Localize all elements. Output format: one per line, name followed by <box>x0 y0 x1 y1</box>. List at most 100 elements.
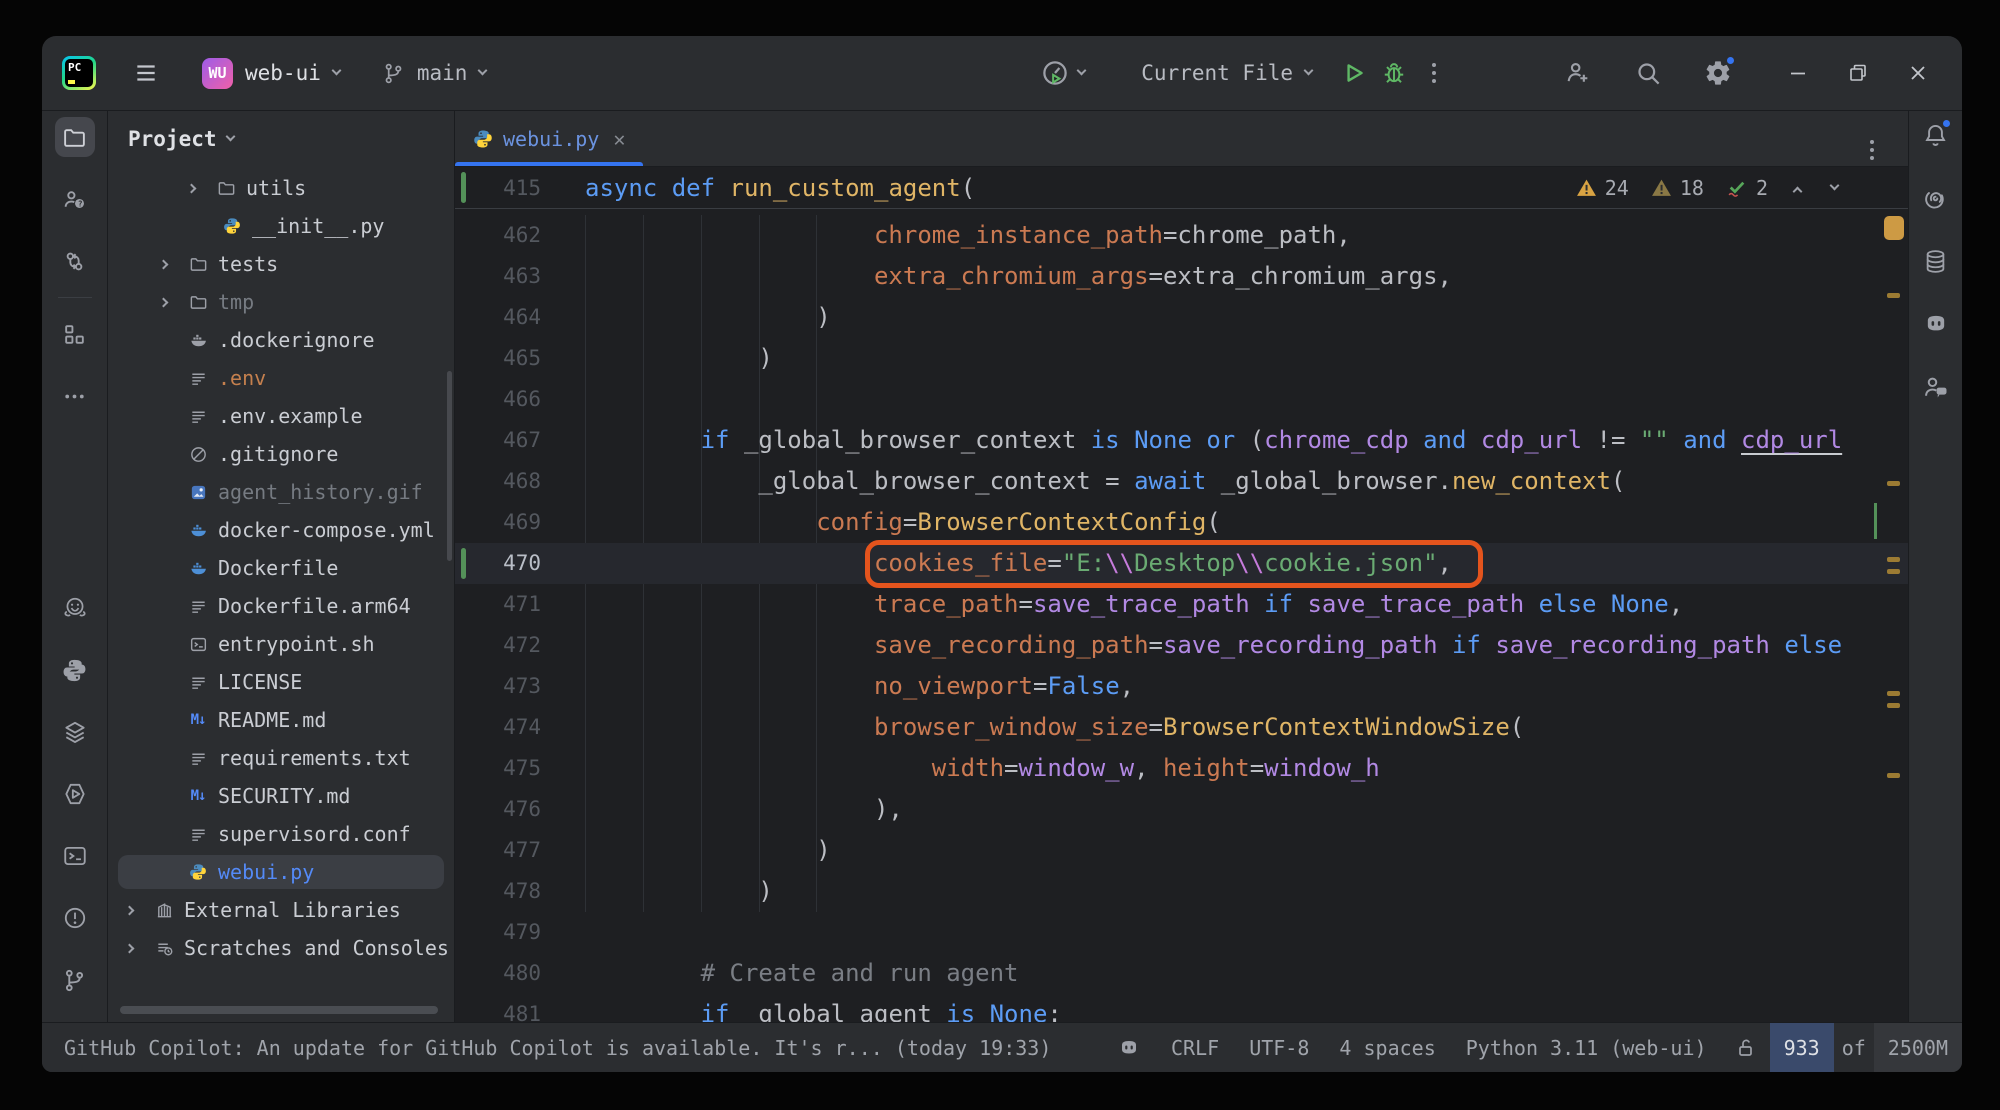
warning-stripe-mark[interactable] <box>1887 557 1900 562</box>
line-number[interactable]: 475 <box>455 748 541 789</box>
sidebar-item-services[interactable] <box>55 774 95 814</box>
chevron-right-icon[interactable] <box>160 261 186 268</box>
line-number[interactable]: 467 <box>455 420 541 461</box>
tree-item-utils[interactable]: utils <box>108 169 454 207</box>
tree-item-license[interactable]: LICENSE <box>108 663 454 701</box>
line-number[interactable]: 463 <box>455 256 541 297</box>
sidebar-item-problems[interactable] <box>55 898 95 938</box>
inspections-widget[interactable]: 24 18 2 <box>1576 167 1838 209</box>
line-number[interactable]: 478 <box>455 871 541 912</box>
tree-item--dockerignore[interactable]: .dockerignore <box>108 321 454 359</box>
indent-widget[interactable]: 4 spaces <box>1324 1023 1450 1072</box>
chevron-right-icon[interactable] <box>126 907 152 914</box>
tree-horizontal-scrollbar[interactable] <box>120 1006 438 1014</box>
warning-stripe-mark[interactable] <box>1887 703 1900 708</box>
settings-icon[interactable] <box>1698 53 1738 93</box>
sidebar-item-project[interactable] <box>55 117 95 157</box>
chevron-right-icon[interactable] <box>126 945 152 952</box>
sidebar-item-python-packages[interactable] <box>55 650 95 690</box>
tree-vertical-scrollbar[interactable] <box>447 371 452 561</box>
sidebar-item-database[interactable] <box>1916 241 1956 281</box>
sidebar-item-structure[interactable] <box>55 314 95 354</box>
warning-stripe-mark[interactable] <box>1887 773 1900 778</box>
tab-webui-py[interactable]: webui.py ✕ <box>455 111 643 166</box>
tree-item-external-libraries[interactable]: External Libraries <box>108 891 454 929</box>
run-profile-widget[interactable] <box>1040 58 1085 88</box>
line-number[interactable]: 472 <box>455 625 541 666</box>
tree-item--env[interactable]: .env <box>108 359 454 397</box>
code-with-me-icon[interactable] <box>1558 53 1598 93</box>
warning-stripe-mark[interactable] <box>1887 293 1900 298</box>
minimize-icon[interactable] <box>1778 53 1818 93</box>
status-message[interactable]: GitHub Copilot: An update for GitHub Cop… <box>64 1023 1051 1072</box>
line-number[interactable]: 462 <box>455 215 541 256</box>
branch-widget[interactable]: main <box>382 61 487 85</box>
line-number[interactable]: 464 <box>455 297 541 338</box>
tree-item-webui-py[interactable]: webui.py <box>108 853 454 891</box>
tree-item-supervisord-conf[interactable]: supervisord.conf <box>108 815 454 853</box>
main-menu-icon[interactable] <box>126 53 166 93</box>
tree-item-requirements-txt[interactable]: requirements.txt <box>108 739 454 777</box>
line-separator-widget[interactable]: CRLF <box>1156 1023 1234 1072</box>
code-area[interactable]: 462 chrome_instance_path=chrome_path,463… <box>455 209 1908 1022</box>
sidebar-item-terminal[interactable] <box>55 836 95 876</box>
warning-stripe-mark[interactable] <box>1887 569 1900 574</box>
next-problem-icon[interactable] <box>1830 181 1840 191</box>
line-number[interactable]: 476 <box>455 789 541 830</box>
tree-item-tests[interactable]: tests <box>108 245 454 283</box>
interpreter-widget[interactable]: Python 3.11 (web-ui) <box>1451 1023 1722 1072</box>
line-number[interactable]: 415 <box>455 167 541 209</box>
line-number[interactable]: 477 <box>455 830 541 871</box>
tree-item-security-md[interactable]: M↓SECURITY.md <box>108 777 454 815</box>
memory-used[interactable]: 933 <box>1770 1023 1834 1072</box>
copilot-status-icon[interactable] <box>1102 1023 1156 1072</box>
project-widget[interactable]: WU web-ui <box>166 58 340 89</box>
sidebar-item-notifications[interactable] <box>1916 115 1956 155</box>
warning-stripe-mark[interactable] <box>1887 481 1900 486</box>
tree-item--env-example[interactable]: .env.example <box>108 397 454 435</box>
line-number[interactable]: 473 <box>455 666 541 707</box>
tree-item-scratches-and-consoles[interactable]: Scratches and Consoles <box>108 929 454 967</box>
editor-more-icon[interactable] <box>1870 129 1874 160</box>
tree-item-agent-history-gif[interactable]: agent_history.gif <box>108 473 454 511</box>
encoding-widget[interactable]: UTF-8 <box>1234 1023 1324 1072</box>
line-number[interactable]: 465 <box>455 338 541 379</box>
search-everywhere-icon[interactable] <box>1628 53 1668 93</box>
line-number[interactable]: 468 <box>455 461 541 502</box>
run-config-selector[interactable]: Current File <box>1141 61 1312 85</box>
tree-item-dockerfile[interactable]: Dockerfile <box>108 549 454 587</box>
lock-icon[interactable] <box>1722 1023 1770 1072</box>
line-number[interactable]: 480 <box>455 953 541 994</box>
line-number[interactable]: 474 <box>455 707 541 748</box>
sidebar-item-huggingface[interactable] <box>55 588 95 628</box>
sticky-line[interactable]: 415 async def run_custom_agent( 24 18 2 <box>455 167 1908 209</box>
chevron-right-icon[interactable] <box>160 299 186 306</box>
line-number[interactable]: 466 <box>455 379 541 420</box>
sidebar-item-ai-assistant[interactable] <box>1916 178 1956 218</box>
tree-item-docker-compose-yml[interactable]: docker-compose.yml <box>108 511 454 549</box>
sidebar-item-copilot-chat[interactable] <box>1916 367 1956 407</box>
line-number[interactable]: 481 <box>455 994 541 1022</box>
tree-item-readme-md[interactable]: M↓README.md <box>108 701 454 739</box>
sidebar-item-copilot[interactable] <box>1916 304 1956 344</box>
sidebar-item-more[interactable] <box>55 376 95 416</box>
run-button[interactable] <box>1334 53 1374 93</box>
line-number[interactable]: 470 <box>455 543 541 584</box>
sidebar-item-layers[interactable] <box>55 712 95 752</box>
restore-icon[interactable] <box>1838 53 1878 93</box>
sidebar-item-version-control[interactable] <box>55 960 95 1000</box>
close-icon[interactable] <box>1898 53 1938 93</box>
tab-close-icon[interactable]: ✕ <box>613 127 625 151</box>
tree-item-tmp[interactable]: tmp <box>108 283 454 321</box>
line-number[interactable]: 469 <box>455 502 541 543</box>
more-actions-icon[interactable] <box>1414 53 1454 93</box>
line-number[interactable]: 471 <box>455 584 541 625</box>
tree-item-dockerfile-arm64[interactable]: Dockerfile.arm64 <box>108 587 454 625</box>
warning-stripe-mark[interactable] <box>1887 691 1900 696</box>
chevron-right-icon[interactable] <box>188 185 214 192</box>
tree-item--gitignore[interactable]: .gitignore <box>108 435 454 473</box>
project-panel-header[interactable]: Project <box>108 111 454 167</box>
memory-total[interactable]: 2500M <box>1874 1023 1962 1072</box>
prev-problem-icon[interactable] <box>1793 186 1803 196</box>
error-stripe-summary[interactable] <box>1884 216 1904 240</box>
